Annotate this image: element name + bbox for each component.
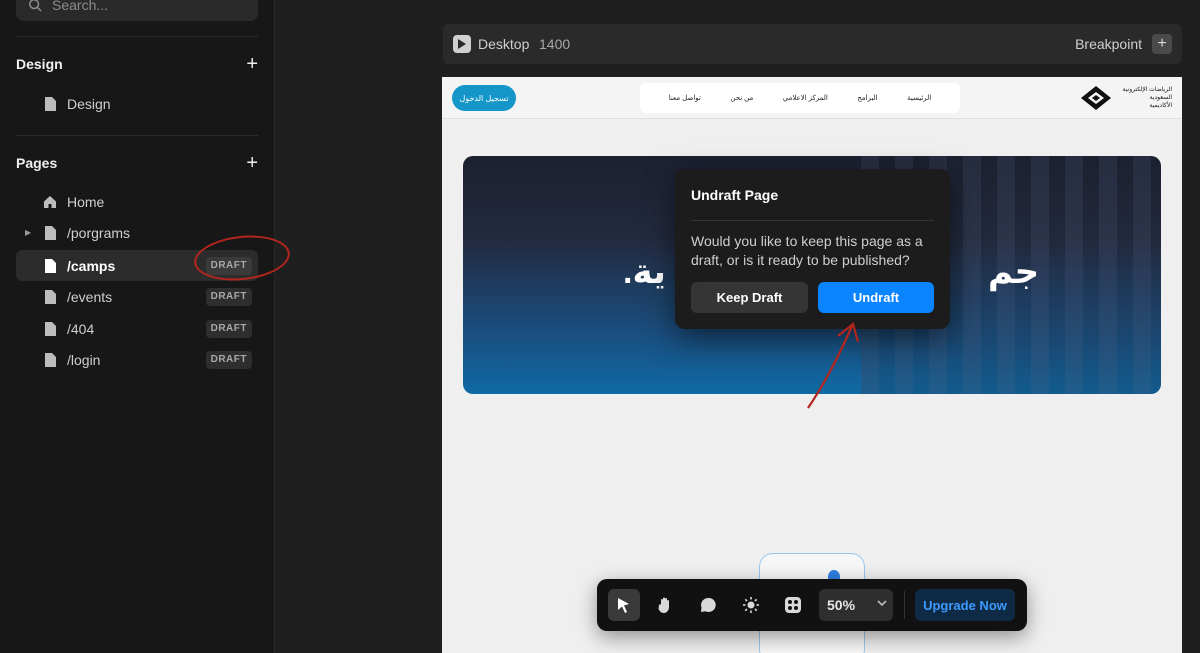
select-tool-icon xyxy=(618,598,629,613)
theme-button[interactable] xyxy=(735,589,767,621)
home-icon xyxy=(44,195,56,208)
logo-text-line: الأكاديمية xyxy=(1149,103,1172,109)
sidebar-item-home[interactable]: Home xyxy=(16,186,258,217)
sidebar-item-label: /camps xyxy=(67,257,116,274)
draft-badge: DRAFT xyxy=(205,350,252,369)
divider xyxy=(691,220,934,221)
site-nav-item[interactable]: المركز الاعلامي xyxy=(783,94,828,102)
comment-icon xyxy=(701,597,716,612)
site-nav-item[interactable]: الرئيسية xyxy=(907,94,931,102)
components-button[interactable] xyxy=(777,589,809,621)
expand-caret-icon[interactable]: ▶ xyxy=(25,228,31,237)
hand-tool-icon xyxy=(658,597,669,613)
pages-section-title: Pages xyxy=(16,155,58,171)
site-login-button[interactable]: تسجيل الدخول xyxy=(452,85,516,111)
add-page-icon[interactable]: + xyxy=(246,153,258,173)
select-tool-button[interactable] xyxy=(608,589,640,621)
undraft-modal: Undraft Page Would you like to keep this… xyxy=(675,169,950,329)
chevron-down-icon xyxy=(877,600,887,607)
add-design-icon[interactable]: + xyxy=(246,54,258,74)
design-section-header: Design + xyxy=(16,54,258,74)
file-icon xyxy=(45,352,56,367)
file-icon xyxy=(45,258,56,273)
hand-tool-button[interactable] xyxy=(649,589,681,621)
sidebar-item-label: /404 xyxy=(67,320,95,337)
modal-body: Would you like to keep this page as a dr… xyxy=(691,233,923,268)
bottom-toolbar: 50% Upgrade Now xyxy=(597,579,1027,631)
breakpoint-label: Breakpoint xyxy=(1075,36,1142,52)
search-icon xyxy=(28,0,42,12)
sidebar-item-label: /porgrams xyxy=(67,224,131,241)
site-nav-item[interactable]: تواصل معنا xyxy=(669,94,701,102)
site-logo: الرياضات الإلكترونية السعودية الأكاديمية xyxy=(1080,83,1172,113)
sidebar-item-404[interactable]: /404 DRAFT xyxy=(16,313,258,344)
logo-text: الرياضات الإلكترونية السعودية الأكاديمية xyxy=(1116,86,1173,110)
logo-text-line: السعودية xyxy=(1149,95,1172,101)
site-nav: الرئيسية البرامج المركز الاعلامي من نحن … xyxy=(640,83,960,113)
zoom-value: 50% xyxy=(827,597,856,613)
site-nav-item[interactable]: من نحن xyxy=(730,94,753,102)
file-icon xyxy=(45,321,56,336)
logo-mark-icon xyxy=(1081,86,1111,110)
theme-icon xyxy=(743,597,759,613)
sidebar-item-label: /login xyxy=(67,351,101,368)
file-icon xyxy=(45,225,56,240)
design-section-title: Design xyxy=(16,56,63,72)
file-icon xyxy=(45,289,56,304)
add-breakpoint-button[interactable]: + xyxy=(1152,34,1172,54)
sidebar-item-label: Design xyxy=(67,95,111,112)
breakpoint-device[interactable]: Desktop xyxy=(478,36,529,52)
hero-heading-part: ية. xyxy=(623,253,666,291)
sidebar-item-label: /events xyxy=(67,288,113,305)
breakpoint-bar: Desktop 1400 Breakpoint + xyxy=(443,24,1182,64)
breakpoint-width: 1400 xyxy=(539,36,571,52)
search-input[interactable]: Search... xyxy=(16,0,258,21)
preview-play-button[interactable] xyxy=(453,35,471,53)
sidebar-item-label: Home xyxy=(67,193,105,210)
play-icon xyxy=(458,39,466,49)
site-nav-item[interactable]: البرامج xyxy=(857,94,877,102)
comment-tool-button[interactable] xyxy=(692,589,724,621)
sidebar-item-events[interactable]: /events DRAFT xyxy=(16,281,258,312)
search-placeholder: Search... xyxy=(52,0,109,13)
undraft-button[interactable]: Undraft xyxy=(818,282,934,313)
draft-badge: DRAFT xyxy=(205,319,252,338)
keep-draft-button[interactable]: Keep Draft xyxy=(691,282,808,313)
divider xyxy=(904,591,905,619)
sidebar: Search... Design + Design Pages + Home ▶… xyxy=(0,0,293,653)
sidebar-item-design[interactable]: Design xyxy=(16,88,258,119)
sidebar-item-login[interactable]: /login DRAFT xyxy=(16,344,258,375)
zoom-select[interactable]: 50% xyxy=(819,589,893,621)
components-icon xyxy=(785,597,801,613)
modal-title: Undraft Page xyxy=(691,187,779,203)
site-header: تسجيل الدخول الرئيسية البرامج المركز الا… xyxy=(442,77,1182,119)
annotation-arrow xyxy=(807,322,860,409)
divider xyxy=(16,135,258,136)
draft-badge: DRAFT xyxy=(205,287,252,306)
divider xyxy=(16,36,258,37)
file-icon xyxy=(45,96,56,111)
pages-section-header: Pages + xyxy=(16,153,258,173)
hero-heading-part: جم xyxy=(988,253,1040,291)
logo-text-line: الرياضات الإلكترونية xyxy=(1122,87,1173,93)
upgrade-now-button[interactable]: Upgrade Now xyxy=(915,589,1015,621)
